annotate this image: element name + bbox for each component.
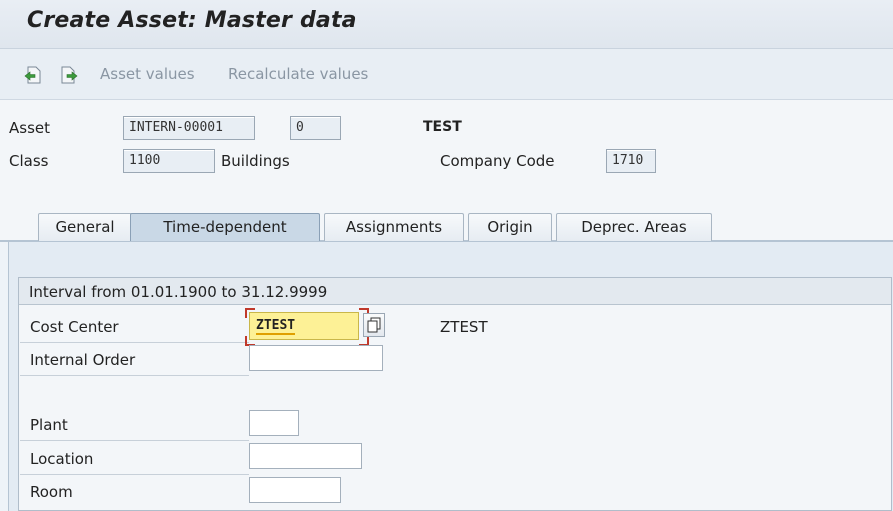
interval-title: Interval from 01.01.1900 to 31.12.9999 <box>29 283 328 301</box>
tab-deprec-areas[interactable]: Deprec. Areas <box>556 213 712 241</box>
row-divider <box>20 440 249 441</box>
company-code-label: Company Code <box>440 152 555 170</box>
focus-corner-top-left <box>245 308 255 318</box>
asset-values-button[interactable]: Asset values <box>100 65 195 83</box>
cost-center-input[interactable]: ZTEST <box>249 312 359 340</box>
class-description: Buildings <box>221 152 290 170</box>
internal-order-label: Internal Order <box>30 351 136 369</box>
page-title: Create Asset: Master data <box>27 8 357 33</box>
class-field: 1100 <box>123 149 215 173</box>
row-divider <box>20 474 249 475</box>
row-divider <box>20 342 249 343</box>
tab-assignments[interactable]: Assignments <box>324 213 464 241</box>
asset-description: TEST <box>423 119 462 135</box>
tab-origin[interactable]: Origin <box>468 213 552 241</box>
location-input[interactable] <box>249 443 362 469</box>
value-help-icon[interactable] <box>363 313 385 337</box>
cost-center-description: ZTEST <box>440 318 488 336</box>
location-label: Location <box>30 450 94 468</box>
room-input[interactable] <box>249 477 341 503</box>
tab-time-dependent[interactable]: Time-dependent <box>130 213 320 241</box>
cost-center-label: Cost Center <box>30 318 119 336</box>
cost-center-value: ZTEST <box>256 318 296 335</box>
interval-group-box <box>18 277 892 511</box>
plant-label: Plant <box>30 416 68 434</box>
next-screen-icon[interactable] <box>60 66 78 84</box>
row-divider <box>20 375 249 376</box>
asset-number-field: INTERN-00001 <box>123 116 255 140</box>
recalculate-values-button[interactable]: Recalculate values <box>228 65 368 83</box>
class-label: Class <box>9 152 49 170</box>
asset-label: Asset <box>9 119 51 137</box>
internal-order-input[interactable] <box>249 345 383 371</box>
tab-general[interactable]: General <box>38 213 132 241</box>
asset-subnumber-field: 0 <box>290 116 341 140</box>
company-code-field: 1710 <box>606 149 656 173</box>
room-label: Room <box>30 483 73 501</box>
previous-screen-icon[interactable] <box>24 66 42 84</box>
plant-input[interactable] <box>249 410 299 436</box>
